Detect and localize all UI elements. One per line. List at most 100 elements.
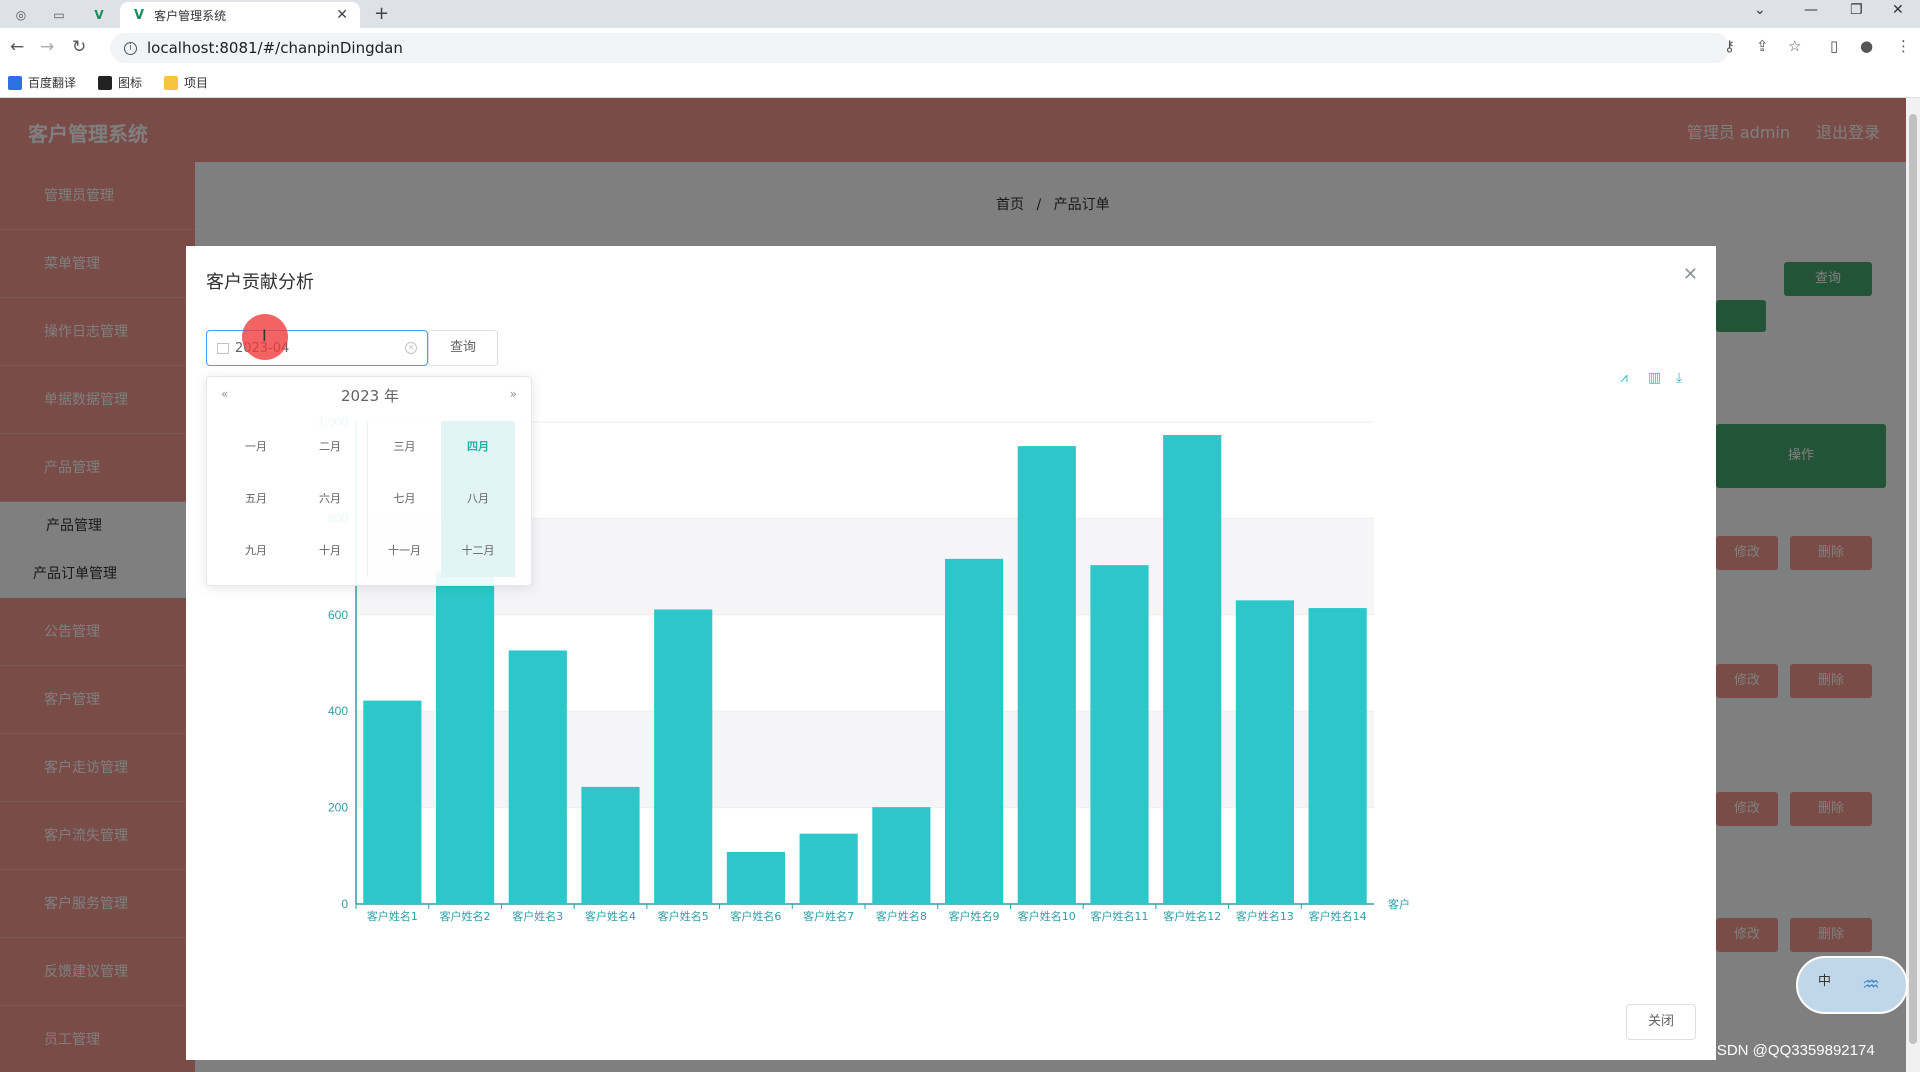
chevron-down-icon[interactable]: ⌄: [1754, 2, 1766, 18]
bookmark-label: 图标: [118, 76, 143, 90]
month-cell[interactable]: 一月: [219, 421, 293, 473]
folder-icon: [164, 75, 179, 90]
translate-icon: [8, 75, 22, 90]
bookmark-item[interactable]: 项目: [164, 74, 208, 91]
page-scrollbar[interactable]: [1906, 98, 1920, 1072]
clear-icon[interactable]: ✕: [405, 342, 417, 354]
bar[interactable]: [654, 609, 713, 904]
close-tab-icon[interactable]: ✕: [336, 7, 348, 23]
bar[interactable]: [508, 650, 567, 904]
x-tick-label: 客户姓名7: [803, 909, 854, 923]
bar-chart-icon[interactable]: ▥: [1648, 370, 1661, 386]
calendar-icon: [217, 342, 229, 354]
x-tick-label: 客户姓名3: [512, 909, 563, 923]
month-cell[interactable]: 十一月: [367, 525, 441, 577]
minimize-icon[interactable]: —: [1804, 2, 1818, 18]
month-cell[interactable]: 四月: [441, 421, 515, 473]
star-icon[interactable]: ☆: [1788, 37, 1801, 55]
month-grid: 一月 二月 三月 四月五月 六月 七月 八月九月 十月 十一月 十二月: [219, 421, 515, 577]
close-icon[interactable]: ✕: [1683, 264, 1698, 285]
month-cell[interactable]: 六月: [293, 473, 367, 525]
dolphin-icon: ♒: [1862, 972, 1880, 996]
download-icon[interactable]: ⤓: [1676, 370, 1682, 386]
profile-icon[interactable]: ●: [1860, 37, 1873, 55]
customer-contribution-dialog: 客户贡献分析 ✕ 2023-04 ✕ 查询 ⩘ ▥ ⤓ 020040060080…: [186, 246, 1716, 1060]
picker-year-label[interactable]: 2023 年: [207, 385, 533, 406]
month-picker-panel: « 2023 年 » 一月 二月 三月 四月 五月 六月 七月 八月 九月 十月 十一月 十二月: [206, 376, 532, 586]
x-tick-label: 客户姓名13: [1236, 909, 1294, 923]
x-tick-label: 客户姓名5: [658, 909, 709, 923]
bar[interactable]: [1235, 600, 1295, 904]
image-icon: [98, 75, 113, 90]
restore-icon[interactable]: ❐: [1850, 2, 1863, 18]
bar[interactable]: [726, 851, 786, 904]
key-icon[interactable]: ⚷: [1724, 37, 1735, 55]
month-cell[interactable]: 十二月: [441, 525, 515, 577]
month-picker-input[interactable]: 2023-04 ✕: [206, 330, 428, 366]
browser-toolbar: ← → ↻ i localhost:8081/#/chanpinDingdan …: [0, 28, 1920, 68]
bookmark-label: 百度翻译: [28, 76, 77, 90]
sidepanel-icon[interactable]: ▯: [1830, 37, 1838, 55]
vue-logo-icon[interactable]: V: [88, 4, 110, 26]
x-tick-label: 客户姓名8: [876, 909, 927, 923]
month-cell[interactable]: 二月: [293, 421, 367, 473]
back-icon[interactable]: ←: [10, 37, 24, 57]
bar[interactable]: [363, 700, 422, 904]
reload-icon[interactable]: ↻: [72, 37, 86, 57]
menu-icon[interactable]: ⋮: [1896, 37, 1911, 55]
x-tick-label: 客户姓名2: [440, 909, 491, 923]
bar[interactable]: [1090, 565, 1149, 904]
bar[interactable]: [872, 807, 931, 904]
browser-active-tab[interactable]: V 客户管理系统 ✕: [120, 2, 360, 28]
window-close-icon[interactable]: ✕: [1892, 2, 1904, 18]
bar[interactable]: [1163, 435, 1222, 904]
x-tick-label: 客户姓名12: [1163, 909, 1221, 923]
next-year-icon[interactable]: »: [510, 387, 517, 401]
bar[interactable]: [581, 786, 640, 904]
vue-logo-icon: V: [134, 7, 145, 23]
x-tick-label: 客户姓名1: [367, 909, 418, 923]
query-button[interactable]: 查询: [428, 330, 498, 366]
watermark: CSDN @QQ3359892174: [1706, 1042, 1875, 1059]
dialog-title: 客户贡献分析: [206, 272, 314, 293]
forward-icon[interactable]: →: [40, 37, 54, 57]
month-cell[interactable]: 十月: [293, 525, 367, 577]
bookmark-item[interactable]: 图标: [98, 74, 142, 91]
tab-icon[interactable]: ▭: [48, 4, 70, 26]
x-tick-label: 客户姓名14: [1309, 909, 1367, 923]
x-tick-label: 客户姓名9: [949, 909, 1000, 923]
month-cell[interactable]: 七月: [367, 473, 441, 525]
y-tick-label: 0: [341, 897, 348, 911]
bookmark-item[interactable]: 百度翻译: [8, 74, 76, 91]
text-cursor-icon: I: [262, 326, 267, 345]
y-tick-label: 400: [328, 704, 348, 718]
info-icon[interactable]: i: [124, 41, 137, 55]
bar[interactable]: [1017, 446, 1076, 904]
x-tick-label: 客户姓名4: [585, 909, 636, 923]
new-tab-button[interactable]: +: [374, 3, 389, 24]
line-chart-icon[interactable]: ⩘: [1620, 370, 1628, 386]
globe-icon[interactable]: ◎: [10, 4, 32, 26]
x-axis-name: 客户: [1388, 897, 1410, 911]
bar[interactable]: [944, 558, 1004, 904]
close-button[interactable]: 关闭: [1626, 1004, 1696, 1040]
bar[interactable]: [799, 833, 858, 904]
month-cell[interactable]: 三月: [367, 421, 441, 473]
share-icon[interactable]: ⇪: [1756, 37, 1769, 55]
month-cell[interactable]: 八月: [441, 473, 515, 525]
month-cell[interactable]: 五月: [219, 473, 293, 525]
y-tick-label: 200: [328, 801, 348, 815]
x-tick-label: 客户姓名11: [1091, 909, 1149, 923]
floating-ime-widget[interactable]: 中 ♒: [1796, 956, 1908, 1014]
bar[interactable]: [435, 571, 495, 904]
month-cell[interactable]: 九月: [219, 525, 293, 577]
bookmark-label: 项目: [184, 76, 209, 90]
scrollbar-thumb[interactable]: [1909, 114, 1917, 1044]
bar[interactable]: [1308, 608, 1367, 904]
x-tick-label: 客户姓名10: [1018, 909, 1076, 923]
y-tick-label: 600: [328, 608, 348, 622]
url-text: localhost:8081/#/chanpinDingdan: [147, 39, 403, 57]
bookmarks-bar: 百度翻译 图标 项目: [0, 68, 1920, 98]
ime-label: 中: [1818, 974, 1832, 989]
address-bar[interactable]: i localhost:8081/#/chanpinDingdan: [110, 33, 1730, 63]
